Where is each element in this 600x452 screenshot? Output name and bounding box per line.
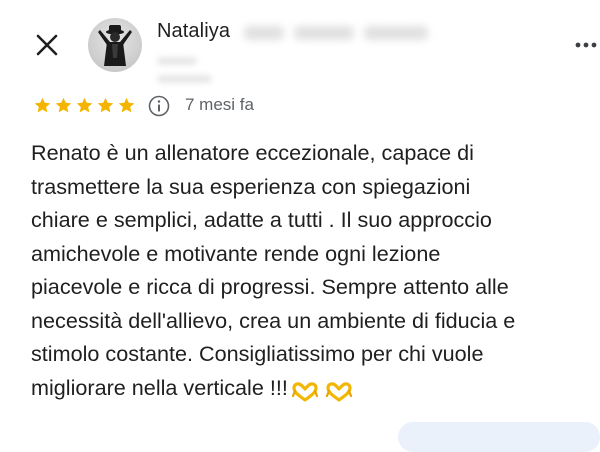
star-icon <box>118 97 135 113</box>
info-icon <box>148 95 170 117</box>
reviewer-name[interactable]: Nataliya <box>157 20 230 43</box>
star-icon <box>55 97 72 113</box>
review-line: stimolo costante. Consigliatissimo per c… <box>31 341 484 366</box>
avatar[interactable] <box>88 18 142 72</box>
star-icon <box>34 97 51 113</box>
heart-hands-icon <box>291 382 318 402</box>
review-line: trasmettere la sua esperienza con spiega… <box>31 173 471 199</box>
info-button[interactable] <box>148 95 170 117</box>
review-line: migliorare nella verticale !!! <box>31 374 288 400</box>
review-last-line: migliorare nella verticale !!! <box>31 371 596 408</box>
review-text: Renato è un allenatore eccezionale, capa… <box>31 136 596 407</box>
close-button[interactable] <box>32 30 62 60</box>
review-line: Renato è un allenatore eccezionale, capa… <box>31 140 474 165</box>
review-dialog: Nataliya 7 mesi fa Renato è un allenator… <box>0 0 600 452</box>
review-line: amichevole e motivante rende ogni lezion… <box>31 240 441 266</box>
star-icon <box>97 97 114 113</box>
redacted-meta <box>157 52 267 83</box>
like-button[interactable] <box>398 422 600 452</box>
heart-hands-icon <box>325 382 352 402</box>
star-rating <box>33 96 136 116</box>
review-line: chiare e semplici, adatte a tutti . Il s… <box>31 207 492 232</box>
review-line: necessità dell'allievo, crea un ambiente… <box>31 307 516 333</box>
more-options-button[interactable] <box>572 38 600 52</box>
star-icon <box>76 97 93 113</box>
review-line: piacevole e ricca di progressi. Sempre a… <box>31 274 509 299</box>
more-vert-icon <box>575 42 597 48</box>
redacted-surname <box>244 22 444 44</box>
person-silhouette-icon <box>98 25 132 66</box>
review-date: 7 mesi fa <box>185 95 254 114</box>
emoji-group <box>291 374 360 408</box>
close-icon <box>36 34 58 56</box>
